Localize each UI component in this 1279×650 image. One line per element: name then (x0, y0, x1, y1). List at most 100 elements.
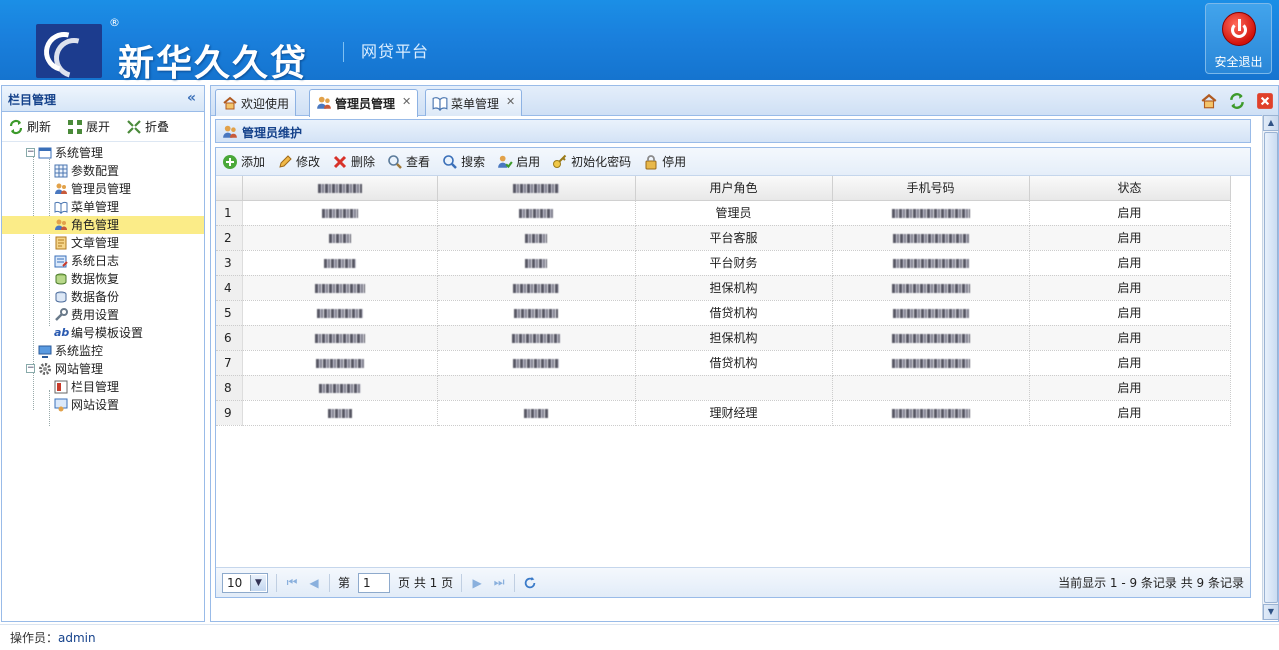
search-icon (443, 154, 457, 169)
edit-button[interactable]: 修改 (277, 153, 320, 170)
realname-cell (437, 225, 636, 251)
tree-node-restore[interactable]: 数据恢复 (2, 270, 204, 288)
enable-button[interactable]: 启用 (497, 153, 540, 170)
page-number-input[interactable]: 1 (358, 572, 391, 593)
document-icon (55, 236, 67, 250)
tree-node-backup[interactable]: 数据备份 (2, 288, 204, 306)
refresh-button[interactable]: 刷新 (8, 118, 51, 135)
scroll-down-icon[interactable]: ▼ (1263, 604, 1279, 620)
search-button[interactable]: 搜索 (442, 153, 485, 170)
tree-node-logs[interactable]: 系统日志 (2, 252, 204, 270)
columns-icon (54, 380, 68, 394)
users-icon (55, 183, 67, 194)
tree-toggle-icon[interactable]: − (26, 148, 35, 157)
add-button[interactable]: 添加 (222, 153, 265, 170)
username-cell (242, 300, 438, 326)
app-header: ® 新华久久贷 网贷平台 安全退出 (0, 0, 1279, 86)
tree-node-fees[interactable]: 费用设置 (2, 306, 204, 324)
close-icon[interactable] (1256, 92, 1274, 110)
expand-button[interactable]: 展开 (67, 118, 110, 135)
table-row[interactable]: 4 担保机构 启用 (216, 275, 1231, 301)
collapse-all-button[interactable]: 折叠 (126, 118, 169, 135)
power-icon (1221, 12, 1256, 46)
prev-page-icon[interactable]: ◀ (307, 576, 321, 590)
pager-divider (329, 573, 330, 592)
table-row[interactable]: 2 平台客服 启用 (216, 225, 1231, 251)
tree-node-columns[interactable]: 栏目管理 (2, 378, 204, 396)
tree-node-roles[interactable]: 角色管理 (2, 216, 204, 234)
first-page-icon[interactable]: ⏮ (285, 575, 299, 590)
realname-cell (437, 350, 636, 376)
header-status[interactable]: 状态 (1029, 176, 1231, 201)
table-row[interactable]: 9 理财经理 启用 (216, 400, 1231, 426)
pager-divider (276, 573, 277, 592)
view-button[interactable]: 查看 (387, 153, 430, 170)
role-cell: 平台财务 (635, 250, 833, 276)
view-icon (388, 154, 402, 169)
header-realname[interactable] (437, 176, 636, 201)
tree-node-admins[interactable]: 管理员管理 (2, 180, 204, 198)
tab-admin-management[interactable]: 管理员管理 ✕ (309, 89, 419, 117)
delete-button[interactable]: 删除 (332, 153, 375, 170)
panel-title-bar: 管理员维护 (215, 119, 1251, 143)
username-cell (242, 225, 438, 251)
tree-node-menus[interactable]: 菜单管理 (2, 198, 204, 216)
disable-button[interactable]: 停用 (643, 153, 686, 170)
table-row[interactable]: 3 平台财务 启用 (216, 250, 1231, 276)
reload-icon[interactable] (523, 576, 537, 590)
header-username[interactable] (242, 176, 438, 201)
table-row[interactable]: 1 管理员 启用 (216, 200, 1231, 226)
tab-tools (1200, 92, 1274, 110)
pager-divider (514, 573, 516, 592)
tree-toggle-icon[interactable]: − (26, 364, 35, 373)
sidebar-header: 栏目管理 « (2, 86, 204, 112)
tree-node-number-template[interactable]: ab 编号模板设置 (2, 324, 204, 342)
tree-node-system[interactable]: − 系统管理 (2, 144, 204, 162)
refresh-icon[interactable] (1228, 92, 1246, 110)
tree-node-site-settings[interactable]: 网站设置 (2, 396, 204, 414)
home-icon (223, 96, 237, 110)
tree-node-params[interactable]: 参数配置 (2, 162, 204, 180)
chevron-down-icon[interactable]: ▼ (250, 574, 266, 591)
scroll-up-icon[interactable]: ▲ (1263, 115, 1279, 131)
main-panel: 欢迎使用 管理员管理 ✕ 菜单管理 ✕ 管理员维护 添加 修改 删除 查看 搜索… (210, 85, 1279, 622)
admin-table: 用户角色 手机号码 状态 1 管理员 启用 2 平台客服 启用 3 平台财务 启… (216, 176, 1231, 426)
realname-cell (437, 400, 636, 426)
next-page-icon[interactable]: ▶ (470, 576, 484, 590)
tab-menu-management[interactable]: 菜单管理 ✕ (425, 89, 523, 116)
window-icon (38, 147, 52, 159)
expand-label: 展开 (86, 120, 111, 134)
close-tab-icon[interactable]: ✕ (402, 95, 411, 108)
collapse-panel-icon[interactable]: « (187, 90, 196, 106)
brand-divider (343, 42, 344, 62)
collapse-icon (127, 119, 141, 134)
table-row[interactable]: 7 借贷机构 启用 (216, 350, 1231, 376)
home-icon[interactable] (1200, 92, 1218, 110)
table-row[interactable]: 5 借贷机构 启用 (216, 300, 1231, 326)
header-role[interactable]: 用户角色 (635, 176, 833, 201)
users-icon (223, 125, 237, 138)
table-row[interactable]: 6 担保机构 启用 (216, 325, 1231, 351)
page-size-select[interactable]: 10 ▼ (222, 572, 268, 593)
last-page-icon[interactable]: ⏭ (492, 575, 506, 590)
logout-button[interactable]: 安全退出 (1205, 3, 1272, 74)
vertical-scrollbar[interactable]: ▲ ▼ (1262, 115, 1279, 620)
reset-password-button[interactable]: 初始化密码 (552, 153, 631, 170)
status-cell: 启用 (1029, 400, 1231, 426)
enable-icon (498, 155, 513, 168)
phone-cell (832, 350, 1030, 376)
scroll-thumb[interactable] (1264, 132, 1278, 603)
registered-mark: ® (109, 16, 120, 29)
sidebar-toolbar: 刷新 展开 折叠 (2, 112, 204, 142)
pagination-bar: 10 ▼ ⏮ ◀ 第 1 页 共 1 页 ▶ ⏭ 当前显示 1 - 9 条记录 … (216, 567, 1250, 597)
monitor-icon (38, 345, 52, 358)
tab-welcome[interactable]: 欢迎使用 (215, 89, 297, 116)
role-cell: 平台客服 (635, 225, 833, 251)
tree-node-website[interactable]: − 网站管理 (2, 360, 204, 378)
tree-node-articles[interactable]: 文章管理 (2, 234, 204, 252)
tree-node-monitor[interactable]: 系统监控 (2, 342, 204, 360)
header-phone[interactable]: 手机号码 (832, 176, 1030, 201)
table-row[interactable]: 8 启用 (216, 375, 1231, 401)
close-tab-icon[interactable]: ✕ (506, 95, 515, 108)
realname-cell (437, 375, 636, 401)
